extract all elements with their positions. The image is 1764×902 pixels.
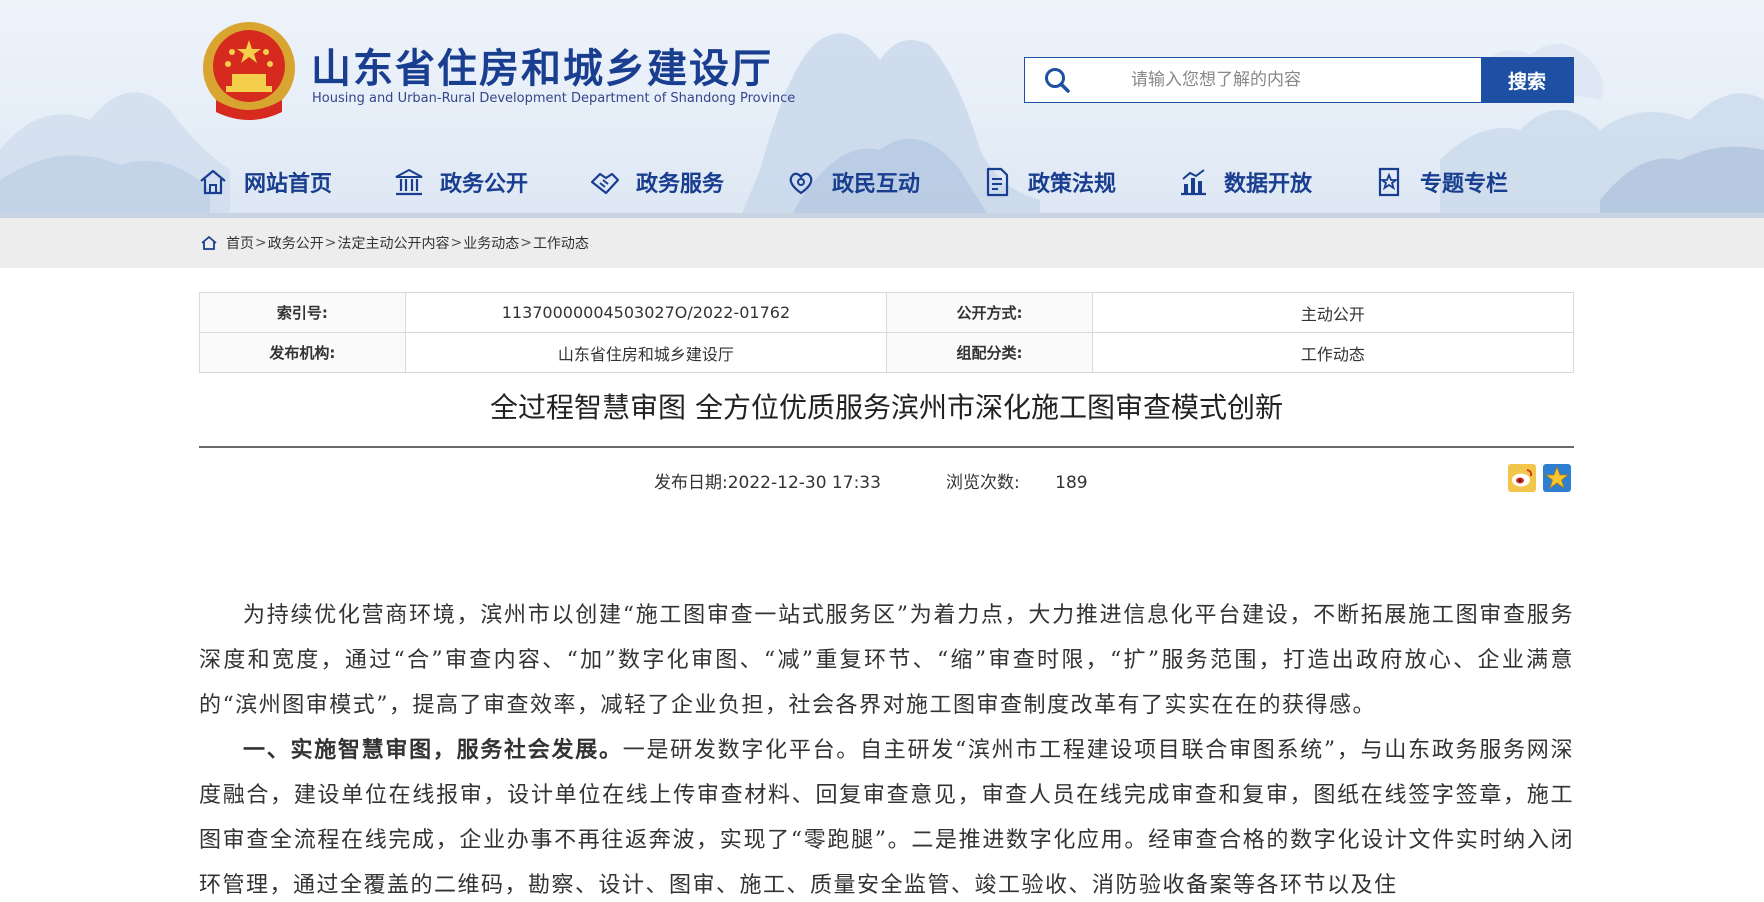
publisher-value: 山东省住房和城乡建设厅 <box>404 332 888 373</box>
section-heading: 一、实施智慧审图，服务社会发展。 <box>243 738 623 763</box>
breadcrumb: 首页 > 政务公开 > 法定主动公开内容 > 业务动态 > 工作动态 <box>200 233 589 253</box>
nav-label: 政务公开 <box>440 172 529 197</box>
article-paragraph: 为持续优化营商环境，滨州市以创建“施工图审查一站式服务区”为着力点，大力推进信息… <box>199 603 1574 718</box>
publisher-label: 发布机构: <box>199 332 406 373</box>
breadcrumb-link-statutory[interactable]: 法定主动公开内容 <box>337 233 449 253</box>
site-subtitle: Housing and Urban-Rural Development Depa… <box>312 91 796 106</box>
publish-date-label: 发布日期: <box>654 473 728 493</box>
article-body: 为持续优化营商环境，滨州市以创建“施工图审查一站式服务区”为着力点，大力推进信息… <box>199 593 1574 902</box>
search-button[interactable]: 搜索 <box>1481 58 1573 102</box>
breadcrumb-link-gov-affairs[interactable]: 政务公开 <box>268 233 324 253</box>
home-icon <box>196 165 230 199</box>
breadcrumb-home-icon <box>201 235 217 250</box>
nav-item-open-data[interactable]: 数据开放 <box>1176 160 1372 204</box>
open-mode-label: 公开方式: <box>886 292 1093 333</box>
favorite-star-icon[interactable] <box>1543 464 1571 492</box>
nav-item-gov-services[interactable]: 政务服务 <box>588 160 784 204</box>
nav-item-policy[interactable]: 政策法规 <box>980 160 1176 204</box>
national-emblem-icon <box>203 22 295 120</box>
document-meta-table: 索引号: 11370000004503027O/2022-01762 公开方式:… <box>199 292 1575 373</box>
site-title: 山东省住房和城乡建设厅 <box>311 46 773 92</box>
view-count-value: 189 <box>1055 473 1088 493</box>
breadcrumb-link-home[interactable]: 首页 <box>226 233 254 253</box>
government-building-icon <box>392 165 426 199</box>
interaction-icon <box>784 165 818 199</box>
bar-chart-icon <box>1176 165 1210 199</box>
nav-label: 网站首页 <box>244 172 333 197</box>
nav-label: 政策法规 <box>1028 172 1117 197</box>
breadcrumb-separator: > <box>255 235 267 251</box>
nav-item-topics[interactable]: 专题专栏 <box>1372 160 1542 204</box>
nav-label: 数据开放 <box>1224 172 1313 197</box>
nav-item-home[interactable]: 网站首页 <box>196 160 392 204</box>
weibo-share-icon[interactable] <box>1508 464 1536 492</box>
table-row: 索引号: 11370000004503027O/2022-01762 公开方式:… <box>199 292 1575 333</box>
nav-item-gov-affairs[interactable]: 政务公开 <box>392 160 588 204</box>
nav-label: 政务服务 <box>636 172 725 197</box>
publish-date-value: 2022-12-30 17:33 <box>727 473 881 493</box>
article-title: 全过程智慧审图 全方位优质服务滨州市深化施工图审查模式创新 <box>490 391 1283 424</box>
breadcrumb-link-work-news[interactable]: 工作动态 <box>533 233 589 253</box>
search-input[interactable] <box>1089 58 1481 102</box>
nav-label: 政民互动 <box>832 172 921 197</box>
breadcrumb-bar: 首页 > 政务公开 > 法定主动公开内容 > 业务动态 > 工作动态 <box>0 218 1764 268</box>
publish-date: 发布日期:2022-12-30 17:33 <box>654 468 881 493</box>
handshake-icon <box>588 165 622 199</box>
header-banner: 山东省住房和城乡建设厅 Housing and Urban-Rural Deve… <box>0 0 1764 218</box>
view-count-label: 浏览次数: <box>946 473 1020 493</box>
policy-document-icon <box>980 165 1014 199</box>
breadcrumb-separator: > <box>324 235 337 251</box>
search-box: 搜索 <box>1024 57 1574 103</box>
index-label: 索引号: <box>199 292 406 333</box>
nav-label: 专题专栏 <box>1420 172 1509 197</box>
category-value: 工作动态 <box>1091 332 1575 373</box>
category-label: 组配分类: <box>886 332 1093 373</box>
index-value: 11370000004503027O/2022-01762 <box>404 292 888 333</box>
breadcrumb-separator: > <box>450 235 463 251</box>
breadcrumb-separator: > <box>520 235 532 251</box>
article-paragraph: 一、实施智慧审图，服务社会发展。一是研发数字化平台。自主研发“滨州市工程建设项目… <box>199 728 1574 902</box>
table-row: 发布机构: 山东省住房和城乡建设厅 组配分类: 工作动态 <box>199 332 1575 373</box>
breadcrumb-link-business[interactable]: 业务动态 <box>463 233 519 253</box>
topic-star-icon <box>1372 165 1406 199</box>
search-icon[interactable] <box>1025 58 1089 102</box>
main-nav: 网站首页 政务公开 政务服务 政民互动 政策法规 数据开放 专题专栏 <box>196 160 1542 204</box>
title-divider <box>199 446 1574 448</box>
open-mode-value: 主动公开 <box>1091 292 1575 333</box>
view-count: 浏览次数: 189 <box>946 468 1088 493</box>
nav-item-interaction[interactable]: 政民互动 <box>784 160 980 204</box>
